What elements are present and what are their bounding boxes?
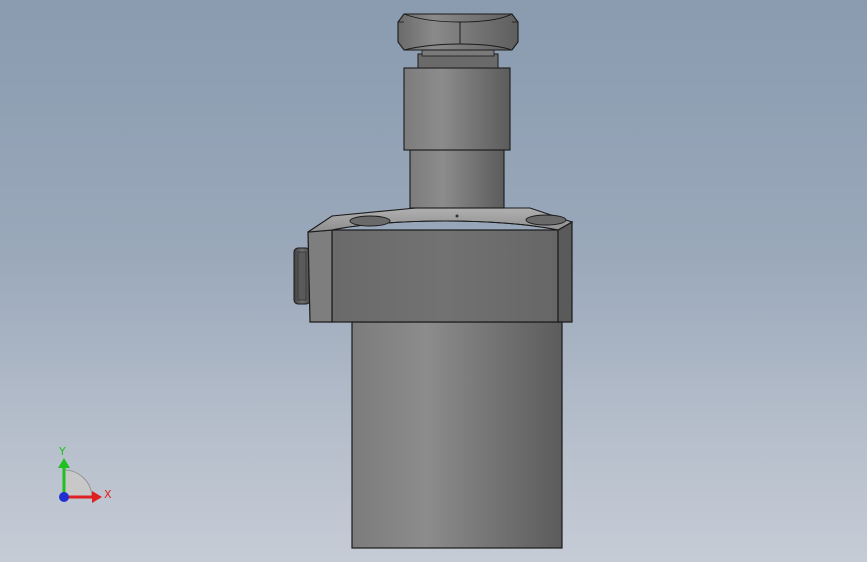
hex-nut[interactable] xyxy=(397,13,519,51)
cad-viewport[interactable]: Y X xyxy=(0,0,867,562)
side-port[interactable] xyxy=(293,247,311,305)
cylinder-body[interactable] xyxy=(351,321,563,549)
mounting-hole-left xyxy=(349,215,391,227)
rod-collar[interactable] xyxy=(403,67,511,151)
y-axis-label: Y xyxy=(58,445,66,458)
head-block-left-face[interactable] xyxy=(307,229,333,323)
x-axis-label: X xyxy=(104,488,112,501)
head-block-front[interactable] xyxy=(331,229,559,323)
head-block-right-face[interactable] xyxy=(557,220,573,323)
cylinder-model[interactable] xyxy=(293,13,574,549)
mounting-hole-right xyxy=(525,214,567,226)
piston-rod[interactable] xyxy=(409,149,505,209)
axis-triad: Y X xyxy=(58,445,112,503)
